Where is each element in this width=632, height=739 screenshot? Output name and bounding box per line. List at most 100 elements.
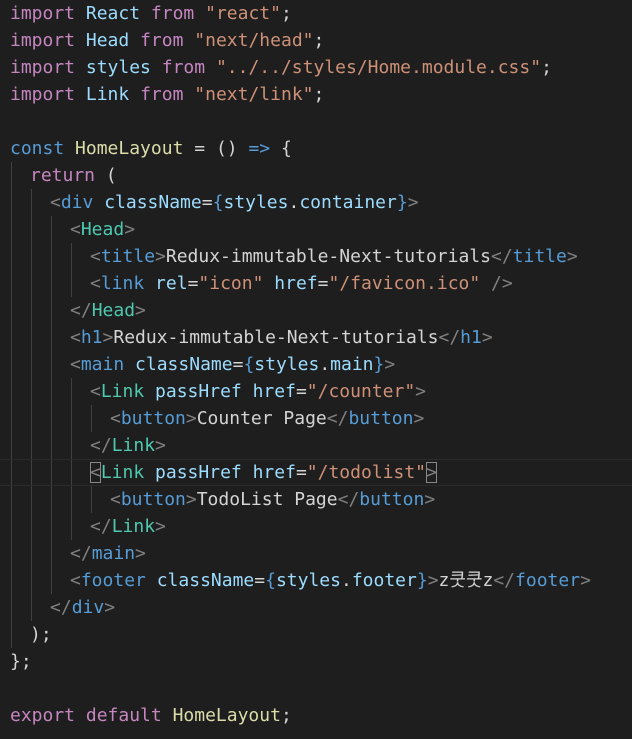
code-line[interactable]: </div> — [0, 594, 632, 621]
code-token: . — [288, 192, 300, 213]
code-token: Link — [111, 516, 156, 537]
code-token: footer — [351, 570, 417, 591]
code-token: () — [215, 138, 238, 159]
code-line[interactable]: </Head> — [0, 297, 632, 324]
code-line[interactable]: export default HomeLayout; — [0, 702, 632, 729]
code-token: return — [30, 165, 96, 186]
code-text: <button>TodoList Page</button> — [10, 489, 435, 510]
code-line[interactable]: <footer className={styles.footer}>z쿳쿳z</… — [0, 567, 632, 594]
code-line[interactable]: import React from "react"; — [0, 0, 632, 27]
code-token: = — [194, 138, 206, 159]
code-line[interactable]: <button>TodoList Page</button> — [0, 486, 632, 513]
code-token: "/todolist" — [306, 462, 427, 483]
code-line[interactable]: ); — [0, 621, 632, 648]
code-line[interactable]: <button>Counter Page</button> — [0, 405, 632, 432]
code-token: /> — [491, 273, 513, 294]
code-line[interactable] — [0, 675, 632, 702]
code-token: < — [70, 219, 81, 240]
code-token: </ — [70, 300, 92, 321]
code-editor[interactable]: import React from "react"; import Head fr… — [0, 0, 632, 739]
code-line[interactable]: <Link passHref href="/todolist"> — [0, 459, 632, 486]
code-token: button — [120, 408, 186, 429]
code-token: } — [373, 354, 385, 375]
code-token: className — [156, 570, 255, 591]
code-token: ); — [30, 624, 52, 645]
code-token: > — [427, 570, 439, 591]
code-text: <footer className={styles.footer}>z쿳쿳z</… — [10, 570, 591, 591]
code-text: <button>Counter Page</button> — [10, 408, 424, 429]
code-line[interactable]: </Link> — [0, 513, 632, 540]
code-line[interactable]: import Link from "next/link"; — [0, 81, 632, 108]
code-token: HomeLayout — [172, 705, 281, 726]
code-text: </Head> — [10, 300, 146, 321]
code-text: }; — [10, 651, 32, 672]
code-token: </ — [337, 489, 360, 510]
code-text: <link rel="icon" href="/favicon.ico" /> — [10, 273, 513, 294]
code-token: ; — [280, 3, 292, 24]
code-token: Redux-immutable-Next-tutorials — [113, 327, 439, 348]
code-token: { — [281, 138, 292, 159]
code-token: } — [416, 570, 428, 591]
code-token: TodoList Page — [196, 489, 338, 510]
code-token: rel — [155, 273, 188, 294]
code-line[interactable]: <Link passHref href="/counter"> — [0, 378, 632, 405]
code-line[interactable] — [0, 108, 632, 135]
code-token: title — [512, 246, 567, 267]
code-token: > — [135, 300, 146, 321]
code-token: . — [319, 354, 331, 375]
code-token: Redux-immutable-Next-tutorials — [165, 246, 491, 267]
code-line[interactable]: <Head> — [0, 216, 632, 243]
code-token: from — [140, 30, 184, 51]
code-line[interactable]: </Link> — [0, 432, 632, 459]
code-text: import Head from "next/head"; — [10, 30, 324, 51]
code-token: < — [110, 408, 121, 429]
code-token: > — [384, 354, 396, 375]
code-line[interactable]: <title>Redux-immutable-Next-tutorials</t… — [0, 243, 632, 270]
code-text: return ( — [10, 165, 117, 186]
code-line[interactable]: return ( — [0, 162, 632, 189]
code-token: = — [317, 273, 329, 294]
code-token: </ — [326, 408, 349, 429]
code-line[interactable]: <h1>Redux-immutable-Next-tutorials</h1> — [0, 324, 632, 351]
code-token: . — [340, 570, 352, 591]
code-line[interactable]: <link rel="icon" href="/favicon.ico" /> — [0, 270, 632, 297]
code-token: </ — [50, 597, 72, 618]
code-text: <Link passHref href="/todolist"> — [10, 462, 437, 483]
code-line[interactable]: }; — [0, 648, 632, 675]
code-text: <h1>Redux-immutable-Next-tutorials</h1> — [10, 327, 493, 348]
code-token: </ — [70, 543, 92, 564]
code-token: "icon" — [198, 273, 264, 294]
code-token: "/counter" — [306, 381, 416, 402]
code-line[interactable]: </main> — [0, 540, 632, 567]
code-token: > — [155, 246, 166, 267]
code-text: </main> — [10, 543, 146, 564]
code-token: import — [10, 3, 76, 24]
code-line[interactable]: <div className={styles.container}> — [0, 189, 632, 216]
code-text: <Link passHref href="/counter"> — [10, 381, 426, 402]
code-line[interactable]: import Head from "next/head"; — [0, 27, 632, 54]
code-token: > — [155, 435, 166, 456]
code-text: </div> — [10, 597, 115, 618]
code-line[interactable]: import styles from "../../styles/Home.mo… — [0, 54, 632, 81]
code-token: < — [70, 570, 81, 591]
code-token: Link — [100, 381, 145, 402]
code-line[interactable]: const HomeLayout = () => { — [0, 135, 632, 162]
code-token: = — [201, 192, 213, 213]
code-line[interactable]: <main className={styles.main}> — [0, 351, 632, 378]
code-text: <title>Redux-immutable-Next-tutorials</t… — [10, 246, 578, 267]
code-text: <div className={styles.container}> — [10, 192, 419, 213]
code-token: }; — [10, 651, 32, 672]
code-token: button — [348, 408, 414, 429]
